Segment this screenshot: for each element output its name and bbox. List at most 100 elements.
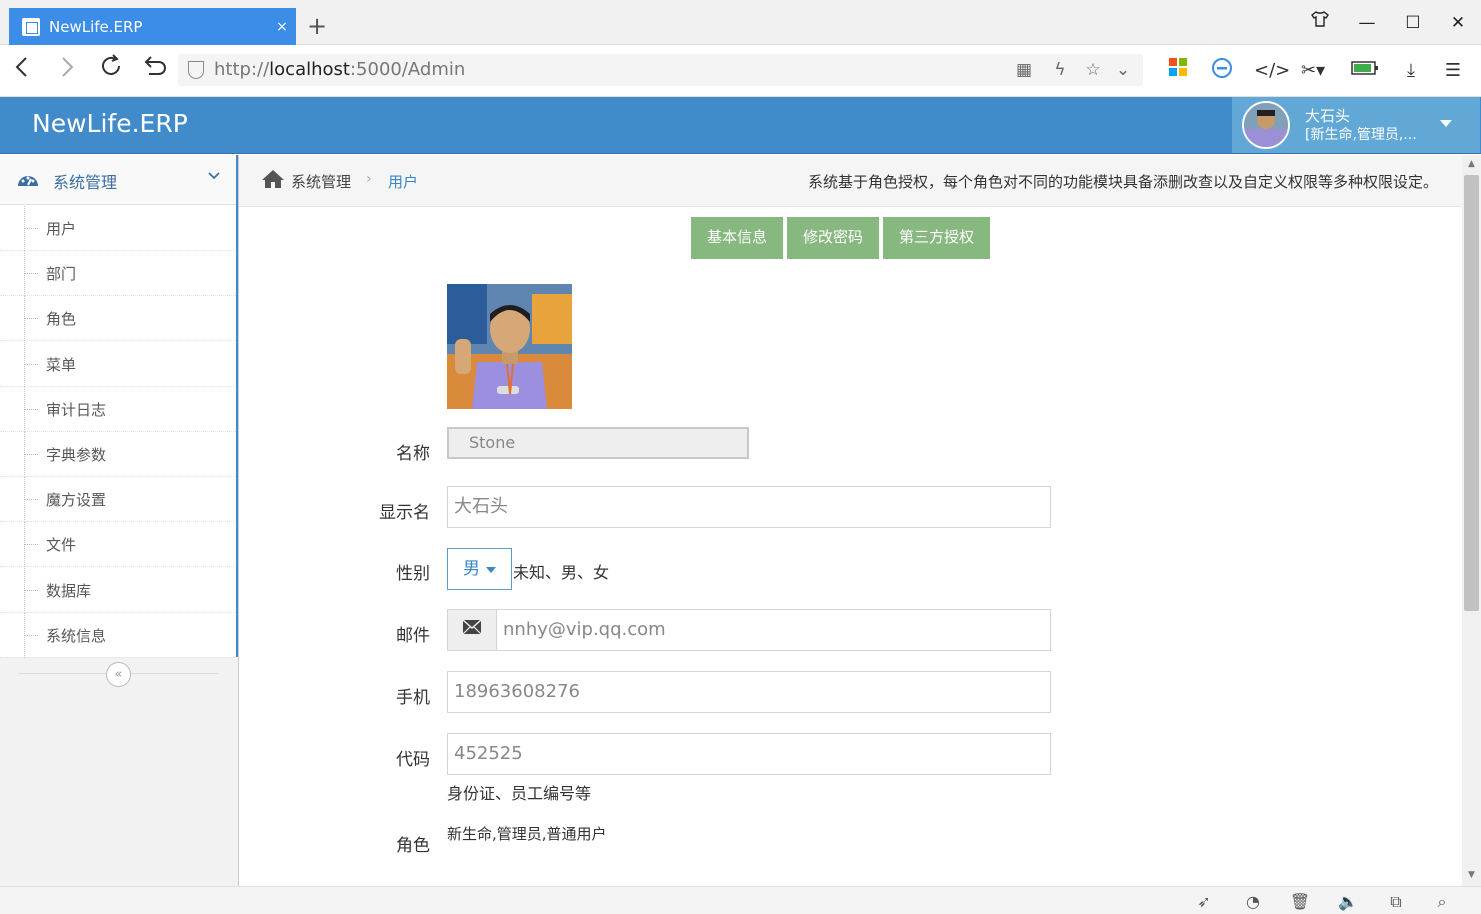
- sidebar-item-label: 用户: [46, 220, 77, 238]
- breadcrumb-separator: ›: [366, 171, 372, 187]
- windows-logo-icon[interactable]: [1163, 57, 1193, 85]
- sidebar-item[interactable]: 文件: [0, 522, 236, 568]
- breadcrumb: 系统管理 › 用户 系统基于角色授权，每个角色对不同的功能模块具备添删改查以及自…: [239, 155, 1462, 207]
- undo-icon[interactable]: [136, 53, 172, 89]
- menu-icon[interactable]: ☰: [1438, 57, 1468, 85]
- lightning-icon[interactable]: ϟ: [1048, 58, 1072, 82]
- dashboard-icon: [16, 170, 40, 190]
- trash-icon[interactable]: 🗑: [1288, 891, 1312, 913]
- tree-connector: [24, 318, 38, 320]
- maximize-icon[interactable]: ☐: [1390, 8, 1436, 38]
- battery-icon[interactable]: [1350, 57, 1380, 85]
- sidebar-item[interactable]: 菜单: [0, 341, 236, 387]
- scroll-down-icon[interactable]: ▼: [1462, 866, 1481, 884]
- name-field[interactable]: Stone: [447, 427, 749, 459]
- tab-basic-info[interactable]: 基本信息: [691, 217, 784, 259]
- sidebar-item-label: 文件: [46, 536, 77, 555]
- user-menu[interactable]: 大石头 [新生命,管理员,...: [1232, 97, 1480, 153]
- browser-tab-title: NewLife.ERP: [49, 17, 143, 36]
- sidebar-item[interactable]: 用户: [0, 206, 236, 251]
- gender-select[interactable]: 男: [447, 548, 512, 590]
- tree-connector: [24, 589, 38, 591]
- home-icon[interactable]: [261, 169, 285, 194]
- breadcrumb-current[interactable]: 用户: [388, 171, 418, 192]
- display-name-field[interactable]: 大石头: [447, 486, 1051, 528]
- sidebar-item-label: 系统信息: [46, 626, 107, 645]
- minimize-icon[interactable]: —: [1344, 8, 1390, 38]
- sidebar-menu: 系统管理 用户部门角色菜单审计日志字典参数魔方设置文件数据库系统信息: [0, 155, 238, 658]
- shirt-icon[interactable]: [1297, 8, 1343, 38]
- qr-code-icon[interactable]: ▦: [1012, 58, 1036, 82]
- form-tabs: 基本信息 修改密码 第三方授权: [691, 217, 991, 259]
- download-icon[interactable]: ⤓: [1396, 57, 1426, 85]
- email-field[interactable]: nnhy@vip.qq.com: [496, 609, 1051, 651]
- window-icon[interactable]: ⧉: [1384, 891, 1408, 913]
- sidebar-item[interactable]: 部门: [0, 251, 236, 297]
- code-icon[interactable]: </>: [1254, 57, 1290, 85]
- sidebar-item-label: 数据库: [46, 581, 92, 600]
- code-field[interactable]: 452525: [447, 733, 1051, 775]
- tab-third-party-auth[interactable]: 第三方授权: [883, 217, 991, 259]
- browser-tab-bar: NewLife.ERP × + — ☐ ✕: [0, 0, 1481, 45]
- address-bar: http://localhost:5000/Admin ▦ ϟ ☆ ⌄ </> …: [0, 45, 1481, 97]
- sidebar-item-label: 角色: [46, 310, 77, 329]
- code-label: 代码: [396, 750, 430, 770]
- avatar: [1242, 101, 1290, 149]
- tree-connector: [24, 273, 38, 275]
- page-description: 系统基于角色授权，每个角色对不同的功能模块具备添删改查以及自定义权限等多种权限设…: [807, 173, 1438, 191]
- collapse-sidebar-button[interactable]: «: [106, 662, 131, 687]
- speed-icon[interactable]: ◔: [1241, 891, 1265, 913]
- star-icon[interactable]: ☆: [1081, 58, 1105, 82]
- app-brand[interactable]: NewLife.ERP: [32, 109, 188, 138]
- volume-icon[interactable]: 🔈: [1336, 891, 1360, 913]
- email-label: 邮件: [396, 626, 430, 646]
- sidebar-section-header[interactable]: 系统管理: [0, 155, 236, 205]
- block-icon[interactable]: [1207, 57, 1237, 85]
- chevron-down-icon[interactable]: ⌄: [1111, 58, 1135, 82]
- sidebar-item[interactable]: 审计日志: [0, 386, 236, 432]
- tab-change-password[interactable]: 修改密码: [787, 217, 880, 259]
- sidebar-section-title: 系统管理: [53, 173, 118, 192]
- browser-status-bar: ➶ ◔ 🗑 🔈 ⧉ ⌕: [0, 886, 1481, 914]
- sidebar-item-label: 字典参数: [46, 446, 107, 464]
- sidebar-item[interactable]: 魔方设置: [0, 477, 236, 523]
- sidebar-item-label: 部门: [46, 265, 77, 284]
- url-field[interactable]: http://localhost:5000/Admin ▦ ϟ ☆ ⌄: [178, 54, 1143, 86]
- scrollbar[interactable]: ▲ ▼: [1462, 155, 1481, 886]
- code-hint: 身份证、员工编号等: [447, 784, 592, 803]
- search-icon[interactable]: ⌕: [1430, 891, 1454, 913]
- user-roles: [新生命,管理员,...: [1305, 127, 1417, 143]
- sidebar-item-label: 菜单: [46, 355, 77, 374]
- profile-photo[interactable]: [447, 284, 572, 409]
- scroll-up-icon[interactable]: ▲: [1462, 155, 1481, 173]
- shield-icon: [188, 61, 204, 79]
- back-icon[interactable]: [4, 53, 40, 89]
- caret-down-icon: [486, 567, 496, 573]
- forward-icon[interactable]: [49, 53, 85, 89]
- close-tab-icon[interactable]: ×: [268, 19, 296, 35]
- reload-icon[interactable]: [93, 53, 129, 89]
- scissors-icon[interactable]: ✂▾: [1298, 57, 1328, 85]
- chevron-down-icon[interactable]: [206, 167, 222, 187]
- breadcrumb-system[interactable]: 系统管理: [291, 171, 351, 192]
- gender-value: 男: [463, 559, 480, 579]
- sidebar-item[interactable]: 系统信息: [0, 612, 236, 658]
- sidebar-item[interactable]: 角色: [0, 296, 236, 342]
- close-window-icon[interactable]: ✕: [1435, 8, 1481, 38]
- sidebar-item[interactable]: 数据库: [0, 567, 236, 613]
- tree-connector: [24, 634, 38, 636]
- browser-tab[interactable]: NewLife.ERP ×: [9, 8, 296, 45]
- sidebar-item[interactable]: 字典参数: [0, 432, 236, 477]
- rocket-icon[interactable]: ➶: [1192, 891, 1216, 913]
- name-label: 名称: [396, 444, 430, 464]
- roles-label: 角色: [396, 836, 430, 856]
- gender-hint: 未知、男、女: [513, 563, 610, 582]
- scroll-thumb[interactable]: [1464, 175, 1479, 611]
- new-tab-button[interactable]: +: [300, 8, 334, 44]
- caret-down-icon[interactable]: [1440, 120, 1452, 127]
- sidebar-item-label: 魔方设置: [46, 491, 107, 510]
- url-text[interactable]: http://localhost:5000/Admin: [214, 59, 465, 80]
- phone-field[interactable]: 18963608276: [447, 671, 1051, 713]
- app-header: NewLife.ERP 大石头 [新生命,管理员,...: [0, 97, 1481, 154]
- sidebar: 系统管理 用户部门角色菜单审计日志字典参数魔方设置文件数据库系统信息 «: [0, 155, 239, 886]
